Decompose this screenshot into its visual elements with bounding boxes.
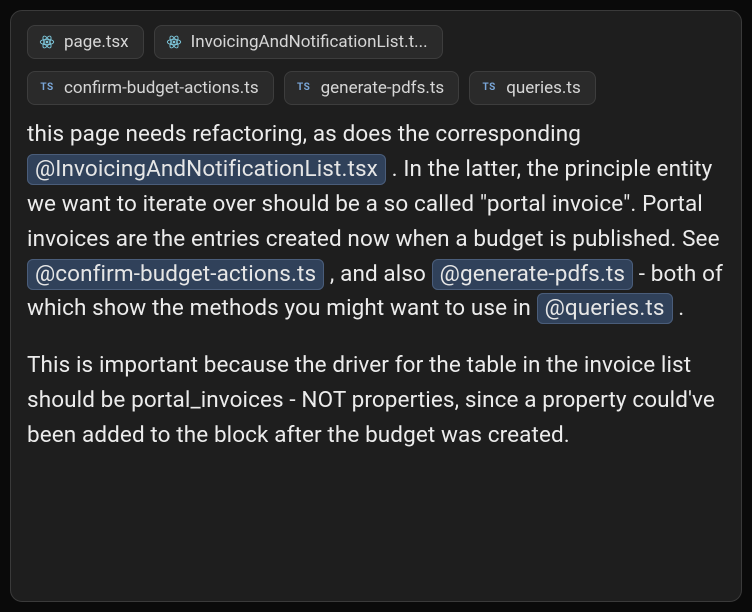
- file-tab-row-1: page.tsx InvoicingAndNotificationList.t.…: [27, 25, 725, 59]
- file-tab-generate-pdfs[interactable]: TS generate-pdfs.ts: [284, 71, 460, 105]
- typescript-icon: TS: [295, 79, 313, 97]
- file-tab-label: page.tsx: [64, 34, 129, 51]
- text-run: , and also: [330, 261, 432, 287]
- file-tab-label: confirm-budget-actions.ts: [64, 80, 259, 97]
- file-tab-page-tsx[interactable]: page.tsx: [27, 25, 144, 59]
- typescript-icon: TS: [38, 79, 56, 97]
- text-run: .: [678, 295, 684, 321]
- message-body: this page needs refactoring, as does the…: [27, 117, 725, 453]
- file-mention-queries[interactable]: @queries.ts: [537, 293, 673, 324]
- text-run: this page needs refactoring, as does the…: [27, 121, 581, 147]
- chat-message-panel: page.tsx InvoicingAndNotificationList.t.…: [10, 10, 742, 602]
- file-tab-row-2: TS confirm-budget-actions.ts TS generate…: [27, 71, 725, 105]
- file-tab-label: generate-pdfs.ts: [321, 80, 445, 97]
- file-mention-confirm-budget-actions[interactable]: @confirm-budget-actions.ts: [27, 259, 324, 290]
- file-mention-generate-pdfs[interactable]: @generate-pdfs.ts: [432, 259, 633, 290]
- file-tab-label: InvoicingAndNotificationList.t...: [191, 34, 428, 51]
- file-tab-queries[interactable]: TS queries.ts: [469, 71, 596, 105]
- file-tab-label: queries.ts: [506, 80, 581, 97]
- file-tab-confirm-budget-actions[interactable]: TS confirm-budget-actions.ts: [27, 71, 274, 105]
- file-tab-invoicing-list[interactable]: InvoicingAndNotificationList.t...: [154, 25, 443, 59]
- message-paragraph-2: This is important because the driver for…: [27, 348, 725, 453]
- react-icon: [38, 33, 56, 51]
- message-paragraph-1: this page needs refactoring, as does the…: [27, 117, 725, 326]
- react-icon: [165, 33, 183, 51]
- file-mention-invoicing-list[interactable]: @InvoicingAndNotificationList.tsx: [27, 154, 386, 185]
- typescript-icon: TS: [480, 79, 498, 97]
